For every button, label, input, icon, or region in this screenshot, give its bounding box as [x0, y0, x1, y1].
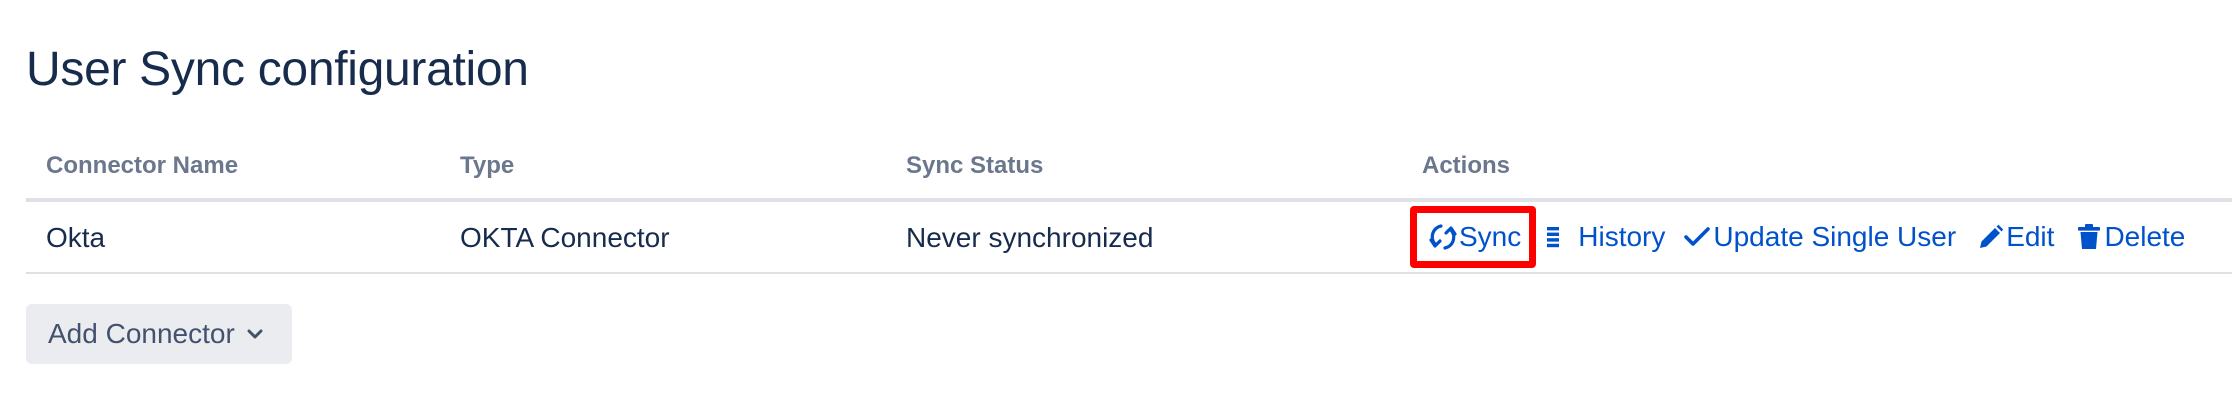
trash-icon	[2076, 223, 2102, 251]
sync-status-cell: Never synchronized	[906, 222, 1154, 253]
update-single-user-label: Update Single User	[1713, 221, 1957, 252]
update-single-user-link[interactable]: Update Single User	[1683, 219, 1956, 255]
delete-label: Delete	[2104, 221, 2186, 252]
edit-link[interactable]: Edit	[1976, 219, 2054, 255]
history-link[interactable]: History	[1546, 219, 1665, 255]
history-label: History	[1578, 221, 1666, 252]
column-header-sync-status: Sync Status	[906, 152, 1044, 179]
table-row: Okta OKTA Connector Never synchronized S…	[26, 202, 2232, 274]
add-connector-button[interactable]: Add Connector	[26, 304, 292, 364]
chevron-down-icon	[247, 328, 263, 340]
pencil-icon	[1976, 224, 2004, 250]
add-connector-label: Add Connector	[48, 318, 235, 349]
table-header: Connector Name Type Sync Status Actions	[26, 132, 2232, 202]
sync-label: Sync	[1459, 221, 1522, 252]
column-header-connector-name: Connector Name	[46, 152, 239, 179]
connector-type-cell: OKTA Connector	[460, 222, 670, 253]
page-title: User Sync configuration	[26, 43, 529, 96]
sync-icon	[1429, 222, 1457, 252]
column-header-actions: Actions	[1422, 152, 1511, 179]
row-actions: Sync History Update Single User Edit Del…	[1410, 202, 2185, 272]
delete-link[interactable]: Delete	[2076, 219, 2185, 255]
sync-button[interactable]: Sync	[1410, 206, 1537, 268]
connectors-table: Connector Name Type Sync Status Actions …	[26, 132, 2232, 274]
list-icon	[1546, 225, 1560, 249]
connector-name-cell: Okta	[46, 222, 106, 253]
check-icon	[1683, 225, 1711, 249]
edit-label: Edit	[2006, 221, 2055, 252]
column-header-type: Type	[460, 152, 515, 179]
